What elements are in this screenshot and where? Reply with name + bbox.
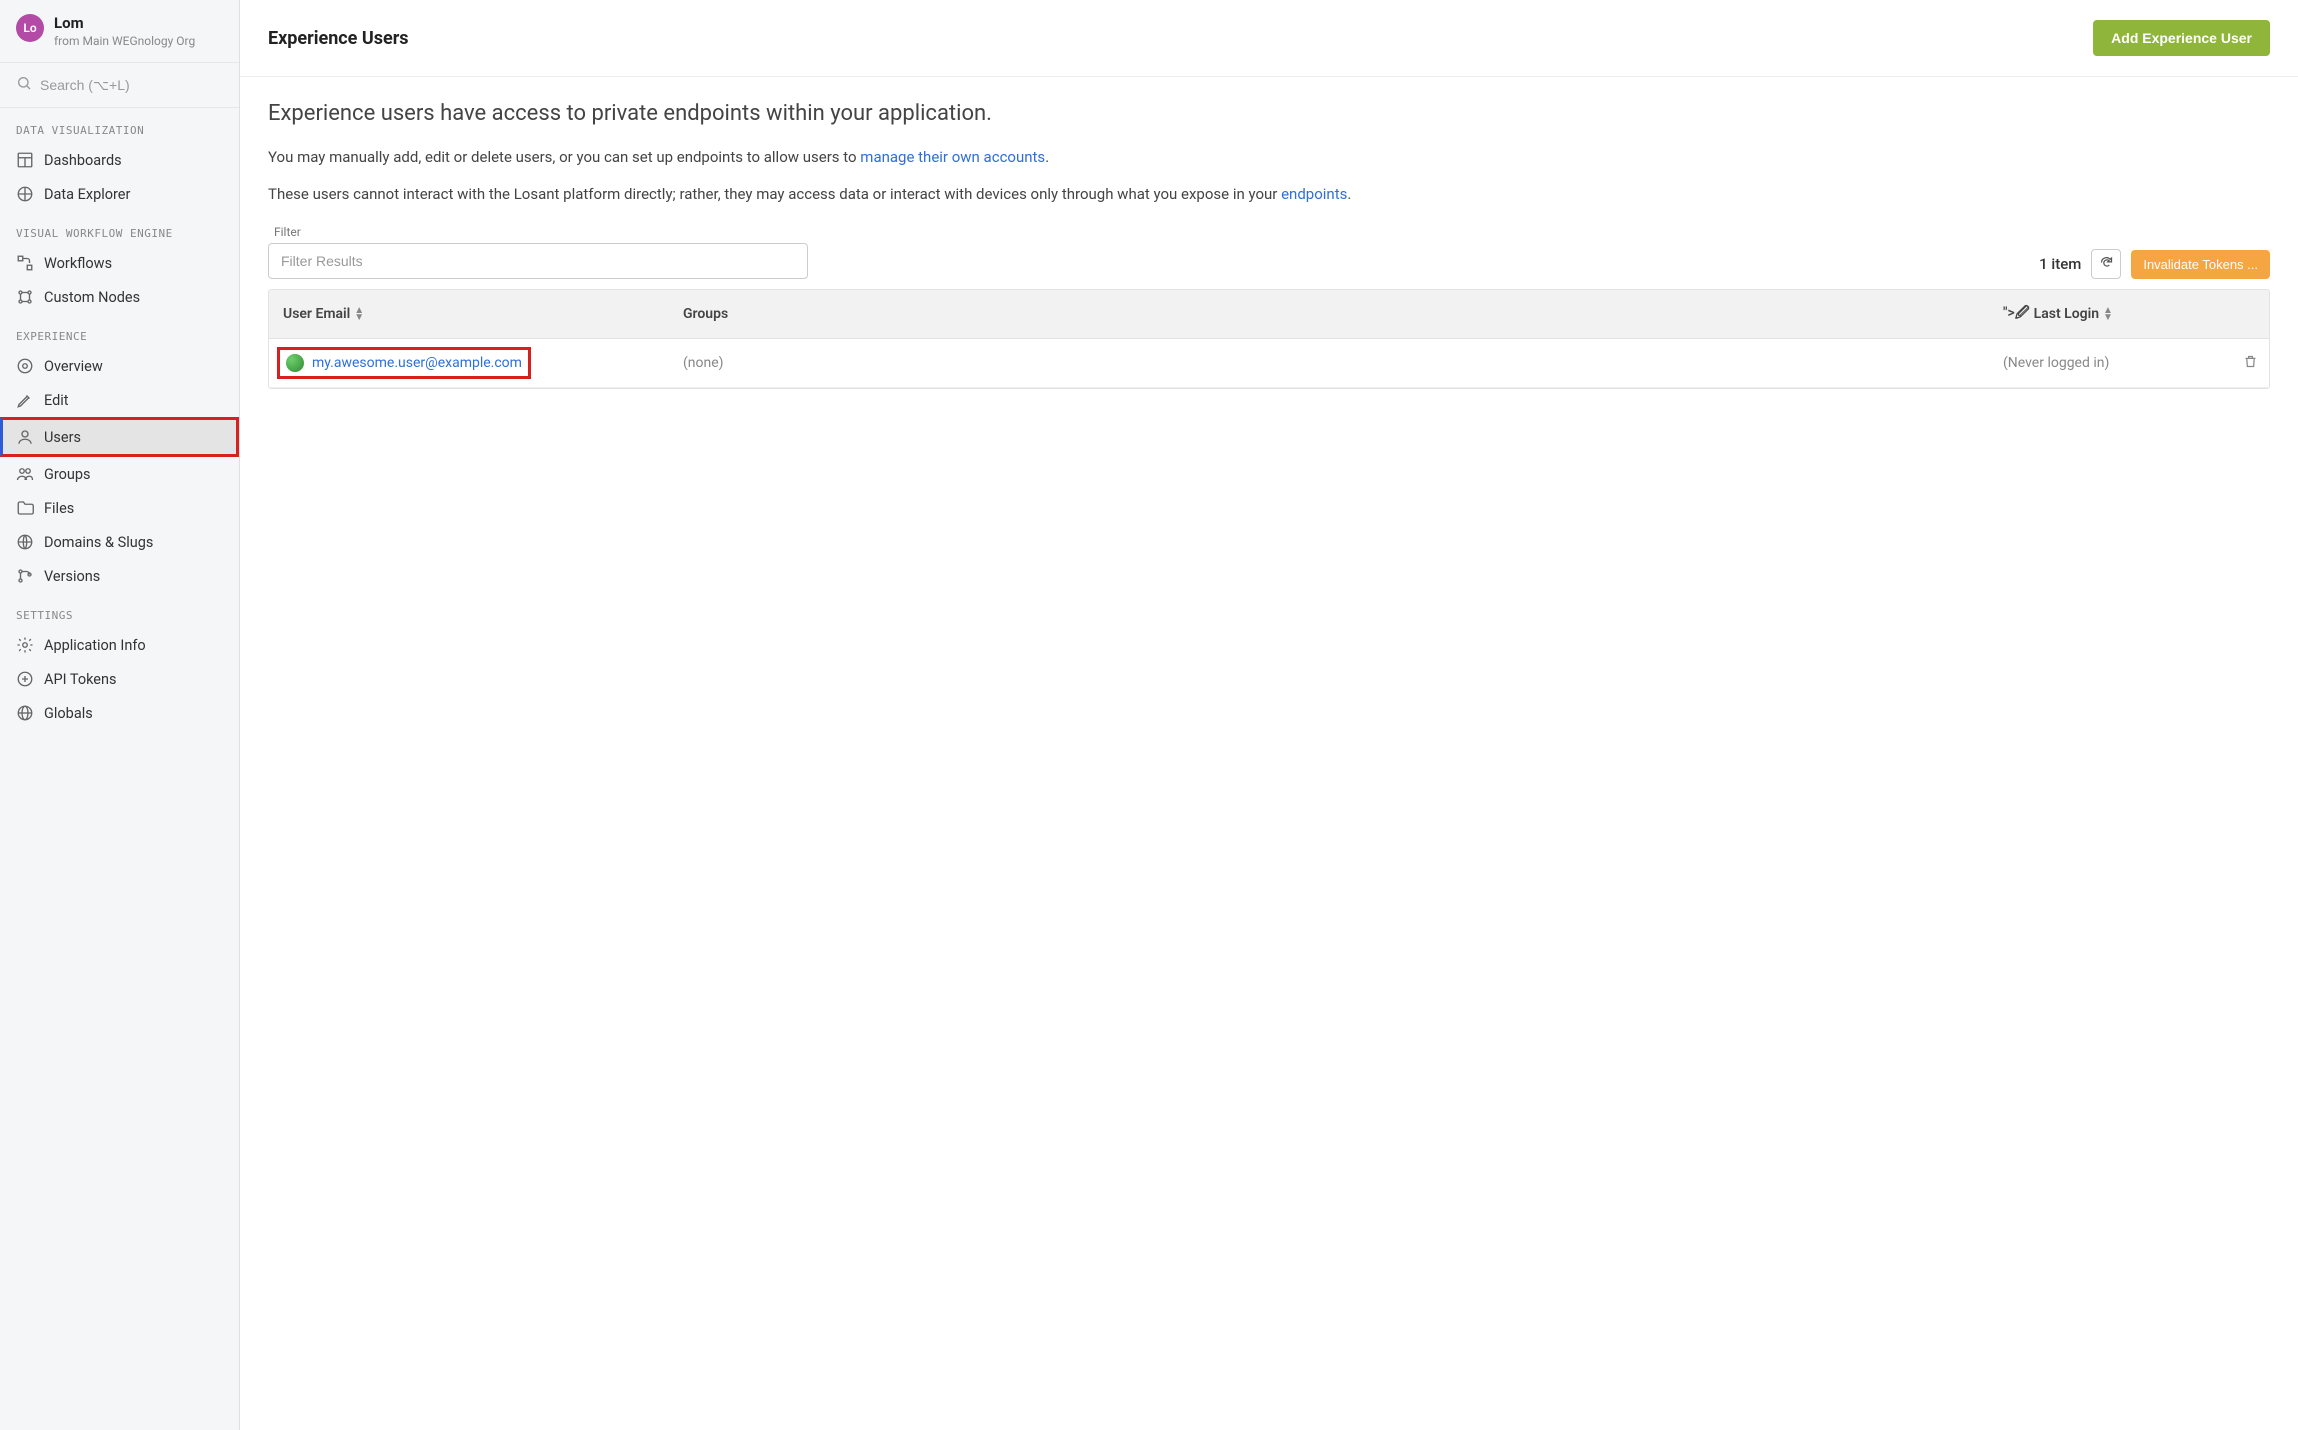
intro-paragraph-1: You may manually add, edit or delete use… [268,146,2270,169]
dashboard-icon [16,151,34,169]
page-title: Experience Users [268,28,409,49]
col-groups[interactable]: Groups [669,290,1989,338]
col-actions [2229,290,2269,338]
files-icon [16,499,34,517]
sidebar-item-label: Data Explorer [44,186,130,203]
cell-actions [2229,339,2269,387]
workflow-icon [16,254,34,272]
sidebar-item-label: API Tokens [44,671,116,688]
globals-icon [16,704,34,722]
globe-icon [16,533,34,551]
sidebar-item-domains[interactable]: Domains & Slugs [0,525,239,559]
page-body: Experience users have access to private … [240,77,2298,413]
app-subtitle: from Main WEGnology Org [54,34,195,48]
sidebar-item-label: Groups [44,466,91,483]
sidebar-item-dashboards[interactable]: Dashboards [0,143,239,177]
refresh-icon [2099,255,2114,273]
invalidate-tokens-button[interactable]: Invalidate Tokens ... [2131,250,2270,279]
app-title: Lom [54,14,195,32]
sidebar-item-overview[interactable]: Overview [0,349,239,383]
user-icon [16,428,34,446]
sidebar-item-label: Application Info [44,637,146,654]
user-email-link[interactable]: my.awesome.user@example.com [312,355,522,371]
sidebar-item-app-info[interactable]: Application Info [0,628,239,662]
nav-section-settings: SETTINGS [0,593,239,628]
gear-icon [16,636,34,654]
table-toolbar: Filter 1 item Invalidate Tokens ... [268,219,2270,279]
sidebar-item-label: Globals [44,705,93,722]
sidebar-item-label: Files [44,500,74,517]
user-avatar-icon [286,354,304,372]
manage-accounts-link[interactable]: manage their own accounts [860,148,1045,166]
sidebar-item-versions[interactable]: Versions [0,559,239,593]
sidebar-item-api-tokens[interactable]: API Tokens [0,662,239,696]
branch-icon [16,567,34,585]
sidebar-item-edit[interactable]: Edit [0,383,239,417]
explorer-icon [16,185,34,203]
nav-section-workflow: VISUAL WORKFLOW ENGINE [0,211,239,246]
sidebar-item-groups[interactable]: Groups [0,457,239,491]
sidebar-item-label: Domains & Slugs [44,534,153,551]
overview-icon [16,357,34,375]
custom-nodes-icon [16,288,34,306]
sidebar-item-files[interactable]: Files [0,491,239,525]
intro-headline: Experience users have access to private … [268,101,2270,126]
search-input[interactable] [40,77,223,93]
col-user-email[interactable]: User Email ▲▼ [269,290,669,338]
intro-paragraph-2: These users cannot interact with the Los… [268,183,2270,206]
sidebar-search[interactable] [0,62,239,108]
nav-section-experience: EXPERIENCE [0,314,239,349]
sort-icon: ▲▼ [354,307,364,321]
sidebar-item-label: Dashboards [44,152,122,169]
sidebar-item-label: Versions [44,568,100,585]
avatar[interactable]: Lo [16,14,44,42]
sidebar-item-label: Users [44,429,81,446]
cell-last-login: (Never logged in) [1989,339,2229,387]
sidebar-item-users[interactable]: Users [0,417,239,457]
sidebar-item-label: Overview [44,358,103,375]
endpoints-link[interactable]: endpoints [1281,185,1347,203]
page-header: Experience Users Add Experience User [240,0,2298,77]
sidebar: Lo Lom from Main WEGnology Org DATA VISU… [0,0,240,1430]
sidebar-item-label: Workflows [44,255,112,272]
sidebar-header: Lo Lom from Main WEGnology Org [0,0,239,62]
search-icon [16,75,32,95]
highlighted-email-cell: my.awesome.user@example.com [277,347,531,379]
sidebar-item-label: Edit [44,392,69,409]
sidebar-item-data-explorer[interactable]: Data Explorer [0,177,239,211]
users-table: User Email ▲▼ Groups ">🖉 Last Login ▲▼ m… [268,289,2270,389]
groups-icon [16,465,34,483]
sidebar-item-globals[interactable]: Globals [0,696,239,730]
main-content: Experience Users Add Experience User Exp… [240,0,2298,1430]
item-count: 1 item [2039,255,2081,273]
refresh-button[interactable] [2091,249,2121,279]
sort-icon: ▲▼ [2103,307,2113,321]
edit-icon [16,391,34,409]
sidebar-item-workflows[interactable]: Workflows [0,246,239,280]
table-header: User Email ▲▼ Groups ">🖉 Last Login ▲▼ [269,290,2269,339]
col-last-login[interactable]: ">🖉 Last Login ▲▼ [1989,290,2229,338]
cell-email: my.awesome.user@example.com [269,339,669,387]
nav-section-data-viz: DATA VISUALIZATION [0,108,239,143]
add-experience-user-button[interactable]: Add Experience User [2093,20,2270,56]
table-row: my.awesome.user@example.com (none) (Neve… [269,339,2269,388]
sidebar-item-custom-nodes[interactable]: Custom Nodes [0,280,239,314]
filter-label: Filter [274,225,808,239]
delete-user-button[interactable] [2243,354,2258,373]
cell-groups: (none) [669,339,1989,387]
sidebar-item-label: Custom Nodes [44,289,140,306]
api-icon [16,670,34,688]
filter-input[interactable] [268,243,808,279]
